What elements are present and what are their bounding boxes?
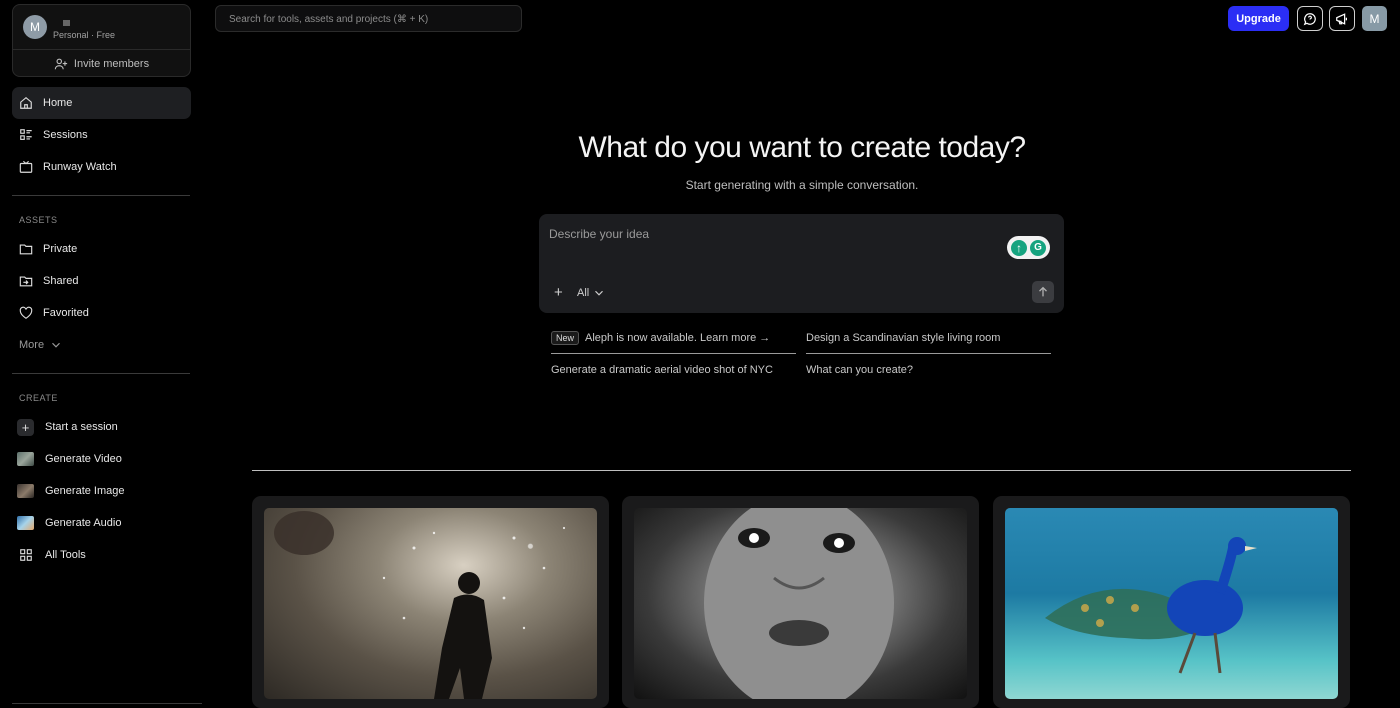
start-session-button[interactable]: + Start a session [17,415,189,439]
video-thumbnail [17,452,34,466]
invite-members-button[interactable]: Invite members [13,50,190,77]
showcase-card-portrait[interactable] [622,496,979,708]
mode-filter-label: All [577,287,590,299]
avatar[interactable]: M [23,15,47,39]
plus-icon: + [17,418,34,436]
create-item-label: Generate Audio [45,517,122,529]
create-item-label: Generate Video [45,453,122,465]
search-input[interactable]: Search for tools, assets and projects (⌘… [215,5,522,32]
showcase-card-fireworks[interactable] [252,496,609,708]
create-item-label: Start a session [45,421,118,433]
mode-filter-dropdown[interactable]: All [577,286,606,300]
sidebar: M Personal · Free Invite members Home Se… [0,0,203,708]
suggestion-aleph[interactable]: New Aleph is now available. Learn more → [551,331,770,345]
suggestion-aerial-nyc[interactable]: Generate a dramatic aerial video shot of… [551,364,773,376]
generate-video-button[interactable]: Generate Video [17,447,189,471]
workspace-name-redacted [63,20,70,26]
generate-image-button[interactable]: Generate Image [17,479,189,503]
fireworks-image [264,508,597,699]
create-item-label: All Tools [45,549,86,561]
chat-bubble-icon [1303,12,1317,26]
new-badge: New [551,331,580,345]
suggestion-scandinavian-room[interactable]: Design a Scandinavian style living room [806,332,1000,344]
heart-icon [19,306,33,320]
prompt-composer: ↑ G + All [539,214,1064,313]
image-thumbnail [17,484,34,498]
upload-icon: ↑ [1011,239,1027,256]
create-heading: CREATE [19,393,58,403]
announcements-button[interactable] [1329,6,1355,31]
chat-button[interactable] [1297,6,1323,31]
invite-members-label: Invite members [73,57,150,70]
home-icon [19,96,33,110]
shared-folder-icon [19,274,33,288]
add-user-icon [54,57,68,71]
content-divider [252,470,1351,471]
suggestion-divider [551,353,796,354]
arrow-up-icon [1036,285,1050,299]
plus-icon: + [554,284,563,301]
grid-icon [17,548,34,562]
silhouette-figure [274,511,566,699]
nav-item-home[interactable]: Home [12,87,191,119]
audio-thumbnail [17,516,34,530]
nav-item-shared[interactable]: Shared [12,265,191,297]
create-item-label: Generate Image [45,485,125,497]
face-figure [704,508,894,699]
page-subtitle: Start generating with a simple conversat… [685,178,919,192]
suggestion-label: What can you create? [806,364,914,376]
megaphone-icon [1335,12,1349,26]
suggestion-what-can-you-create[interactable]: What can you create? [806,364,913,376]
sidebar-divider [12,373,190,374]
generate-audio-button[interactable]: Generate Audio [17,511,189,535]
suggestion-divider [806,353,1051,354]
suggestion-label: Generate a dramatic aerial video shot of… [551,364,773,376]
prompt-input[interactable] [549,227,989,241]
workspace-card[interactable]: M Personal · Free Invite members [12,4,191,77]
add-attachment-button[interactable]: + [554,284,563,301]
grammarly-icon: G [1030,239,1046,256]
showcase-card-peacock[interactable] [993,496,1350,708]
sidebar-bottom-divider [12,703,202,704]
chevron-down-icon [49,338,63,352]
chevron-down-icon [592,286,606,300]
suggestion-label: Design a Scandinavian style living room [806,332,1001,344]
nav-item-private[interactable]: Private [12,233,191,265]
page-title: What do you want to create today? [578,131,1026,164]
peacock-image [1005,508,1338,699]
sidebar-divider [12,195,190,196]
workspace-switcher[interactable]: M Personal · Free [13,5,190,50]
more-toggle[interactable]: More [19,338,63,352]
peacock-figure [1045,537,1257,674]
assets-heading: ASSETS [19,215,58,225]
nav-item-label: Home [43,97,73,109]
nav-item-label: Favorited [43,307,89,319]
suggestion-label: Aleph is now available. Learn more → [585,332,771,344]
writing-assistant-badge[interactable]: ↑ G [1007,236,1050,259]
folder-icon [19,242,33,256]
upgrade-button[interactable]: Upgrade [1228,6,1289,31]
send-button[interactable] [1032,281,1054,303]
more-label: More [19,339,45,351]
user-avatar[interactable]: M [1362,6,1387,31]
portrait-image [634,508,967,699]
nav-item-label: Shared [43,275,79,287]
all-tools-button[interactable]: All Tools [17,543,189,567]
plan-label: Personal · Free [53,30,116,40]
nav-item-favorited[interactable]: Favorited [12,297,191,329]
nav-item-label: Private [43,243,78,255]
